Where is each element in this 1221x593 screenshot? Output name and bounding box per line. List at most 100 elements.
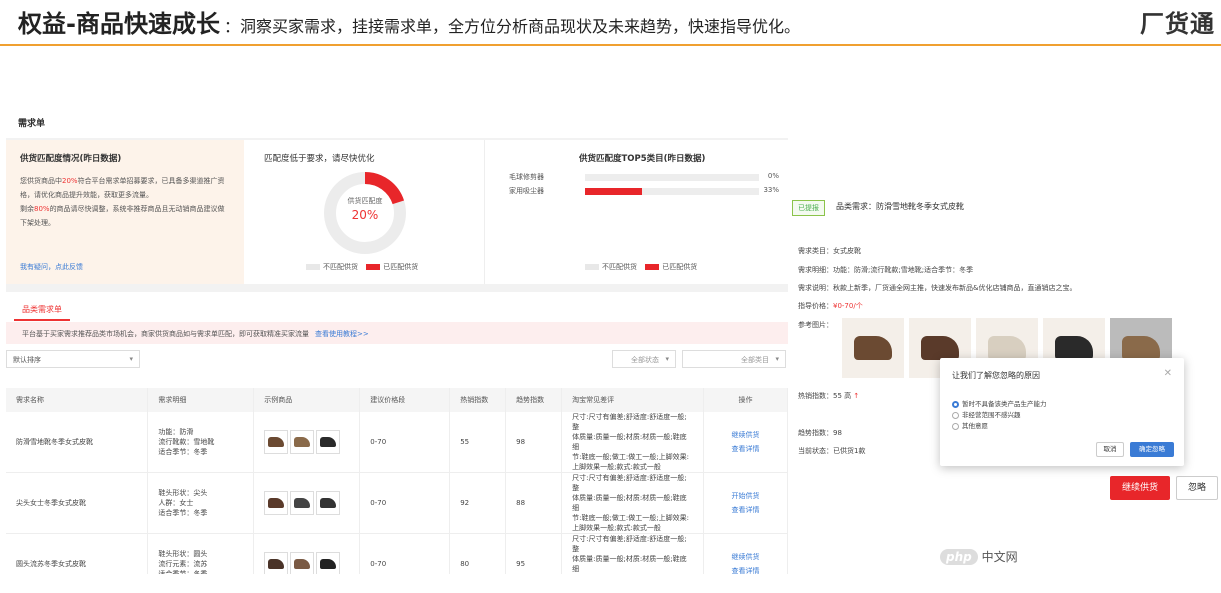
cell-detail: 鞋头形状：圆头 流行元素：流苏 适合季节：冬季 [147, 533, 255, 574]
chevron-down-icon: ▾ [665, 355, 669, 363]
legend-unmatched: 不匹配供货 [323, 263, 358, 271]
sample-product-image[interactable] [264, 491, 289, 515]
sort-select[interactable]: 默认排序 ▾ [6, 350, 140, 368]
top5-bar-fill [585, 188, 643, 195]
supply-action-link[interactable]: 继续供货 [714, 550, 777, 564]
arrow-up-icon: ↑ [853, 392, 860, 400]
review-line: 尺寸:尺寸有偏差;舒适度:舒适度一般;整 [572, 413, 687, 431]
table-header-row: 需求名称 需求明细 示例商品 建议价格段 热销指数 趋势指数 淘宝常见差评 操作 [6, 388, 788, 412]
legend-unmatched: 不匹配供货 [602, 263, 637, 271]
detail-price: 指导价格：¥0-70/个 [798, 301, 863, 311]
boot-icon [921, 336, 959, 360]
top5-legend: 不匹配供货 已匹配供货 [579, 262, 697, 272]
status-filter-value: 全部状态 [631, 356, 659, 364]
reason-option-label: 暂时不具备该类产品生产能力 [962, 400, 1047, 408]
boot-icon [268, 559, 285, 569]
radio-icon [952, 411, 959, 419]
top5-row-label: 毛球修剪器 [509, 173, 544, 181]
detail-line: 鞋头形状：尖头 [158, 489, 208, 497]
reference-image[interactable] [842, 318, 904, 378]
legend-matched: 已匹配供货 [383, 263, 419, 271]
header-divider [0, 44, 1221, 46]
feedback-link[interactable]: 我有疑问，点此反馈 [20, 262, 83, 272]
detail-line: 适合季节：冬季 [158, 448, 208, 456]
supply-action-link[interactable]: 继续供货 [714, 428, 777, 442]
overview-text-d: 的商品请尽快调整，系统非推荐商品且无动销商品建议做下架处理。 [20, 205, 225, 227]
supply-action-link[interactable]: 开始供货 [714, 489, 777, 503]
close-icon[interactable]: ✕ [1164, 368, 1172, 379]
reason-option[interactable]: 非经营范围不感兴趣 [952, 409, 1021, 419]
brand-logo: 厂货通 [1140, 10, 1215, 38]
sample-product-image[interactable] [290, 491, 315, 515]
review-line: 体质量:质量一般;材质:材质一般;鞋底细 [572, 494, 687, 512]
legend-swatch-unmatched [585, 264, 599, 270]
table-row: 防滑雪地靴冬季女式皮靴 功能：防滑 流行靴款：雪地靴 适合季节：冬季 0-70 55 98 尺… [6, 412, 788, 473]
legend-swatch-matched [645, 264, 660, 270]
cell-samples [253, 412, 361, 473]
category-filter-select[interactable]: 全部类目 ▾ [682, 350, 786, 368]
watermark: php 中文网 [940, 548, 1018, 565]
detail-trend-index: 趋势指数：98 [798, 429, 842, 437]
sample-product-image[interactable] [316, 430, 341, 454]
reason-option-label: 其他意愿 [962, 422, 988, 430]
sample-product-image[interactable] [316, 552, 341, 574]
overview-pct-matched: 20% [62, 177, 78, 185]
sample-product-image[interactable] [290, 430, 315, 454]
sample-thumbs [264, 430, 349, 454]
col-header: 示例商品 [253, 388, 361, 412]
donut-legend: 不匹配供货 已匹配供货 [300, 262, 418, 272]
boot-icon [1055, 336, 1093, 360]
overview-text-c: 剩余 [20, 205, 34, 213]
boot-icon [1122, 336, 1160, 360]
sample-thumbs [264, 552, 349, 574]
donut-value: 20% [351, 208, 379, 222]
top5-category-card: 供货匹配度TOP5类目(昨日数据) 毛球修剪器 0% 家用吸尘器 33% 不匹配… [484, 140, 788, 284]
top5-row-pct: 0% [767, 172, 779, 180]
tutorial-link[interactable]: 查看使用教程>> [315, 330, 369, 338]
detail-line: 流行靴款：雪地靴 [158, 438, 215, 446]
reason-option[interactable]: 暂时不具备该类产品生产能力 [952, 398, 1047, 408]
reason-option-label: 非经营范围不感兴趣 [962, 411, 1021, 419]
status-badge: 已提报 [792, 200, 825, 216]
notice-text: 平台基于买家需求推荐品类市场机会，商家供货商品如与需求单匹配，即可获取精准买家流… [22, 330, 309, 338]
sample-product-image[interactable] [264, 552, 289, 574]
detail-spec: 需求明细：功能：防滑;流行靴款;雪地靴;适合季节：冬季 [798, 266, 974, 274]
review-line: 节:鞋底一般;做工:做工一般;上脚效果: [572, 514, 689, 522]
review-line: 节:鞋底一般;做工:做工一般;上脚效果: [572, 453, 689, 461]
overview-heading: 供货匹配度情况(昨日数据) [20, 154, 122, 164]
legend-swatch-matched [366, 264, 381, 270]
continue-supply-button[interactable]: 继续供货 [1110, 476, 1170, 500]
ignore-button[interactable]: 忽略 [1176, 476, 1218, 500]
view-detail-link[interactable]: 查看详情 [714, 503, 777, 517]
price-label: 指导价格： [798, 302, 833, 310]
dialog-confirm-button[interactable]: 确定忽略 [1130, 442, 1174, 457]
cell-trend: 88 [505, 472, 563, 534]
overview-text: 您供货商品中20%符合平台需求单招募要求，已具备多渠道推广资格，请优化商品提升效… [20, 174, 230, 230]
sample-product-image[interactable] [264, 430, 289, 454]
status-filter-select[interactable]: 全部状态 ▾ [612, 350, 676, 368]
sample-product-image[interactable] [290, 552, 315, 574]
view-detail-link[interactable]: 查看详情 [714, 442, 777, 456]
radio-selected-icon [952, 400, 959, 408]
donut-heading: 匹配度低于要求，请尽快优化 [264, 154, 375, 164]
cell-samples [253, 533, 361, 574]
boot-icon [294, 437, 311, 447]
cell-name: 圆头流苏冬季女式皮靴 [6, 533, 149, 574]
legend-swatch-unmatched [306, 264, 320, 270]
tab-category-demand[interactable]: 品类需求单 [14, 300, 70, 321]
demand-detail-screenshot: 已提报 品类需求：防滑雪地靴冬季女式皮靴 需求类目：女式皮靴 需求明细：功能：防… [788, 186, 1221, 516]
radio-icon [952, 422, 959, 430]
review-line: 尺寸:尺寸有偏差;舒适度:舒适度一般;整 [572, 535, 687, 553]
boot-icon [268, 498, 285, 508]
category-filter-value: 全部类目 [741, 356, 769, 364]
view-detail-link[interactable]: 查看详情 [714, 564, 777, 574]
summary-section: 供货匹配度情况(昨日数据) 您供货商品中20%符合平台需求单招募要求，已具备多渠… [6, 140, 788, 284]
dialog-cancel-button[interactable]: 取消 [1096, 442, 1124, 457]
top5-bar-track [585, 188, 759, 195]
cell-trend: 98 [505, 412, 563, 473]
reason-option[interactable]: 其他意愿 [952, 420, 988, 430]
cell-hot: 92 [449, 472, 507, 534]
boot-icon [854, 336, 892, 360]
donut-label: 供货匹配度 [347, 197, 383, 205]
sample-product-image[interactable] [316, 491, 341, 515]
